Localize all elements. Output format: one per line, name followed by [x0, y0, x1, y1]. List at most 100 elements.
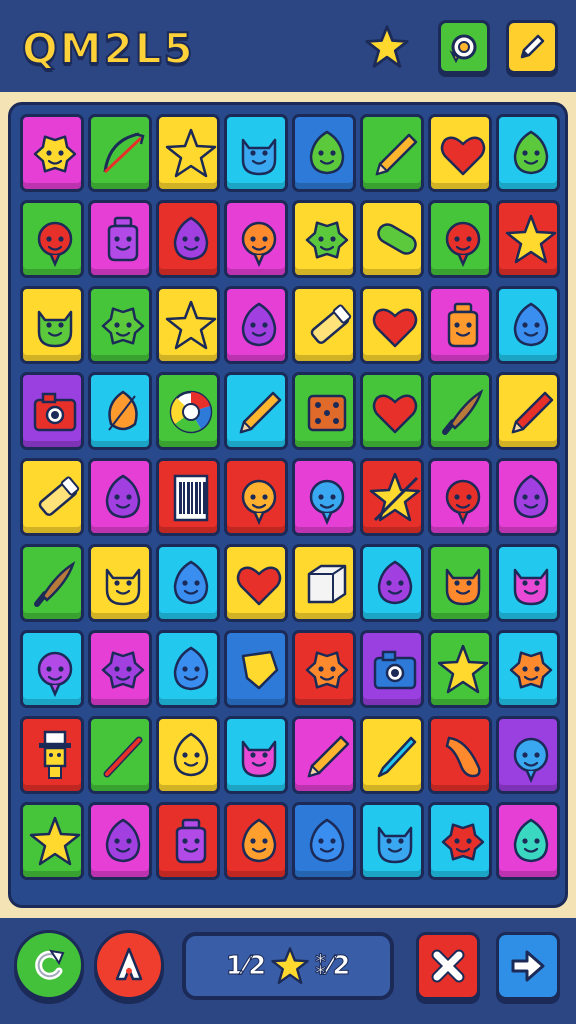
tile-blue-blob[interactable] — [292, 802, 356, 880]
tile-star[interactable] — [156, 286, 220, 364]
tile-barcode[interactable] — [156, 458, 220, 536]
orange-spiky-icon — [305, 651, 349, 689]
tile-heart[interactable] — [360, 286, 424, 364]
star-icon — [505, 214, 557, 264]
tile-brush[interactable] — [20, 544, 84, 622]
tile-pencil[interactable] — [360, 114, 424, 192]
tile-red-balloon[interactable] — [428, 458, 492, 536]
tile-green-blob[interactable] — [496, 114, 560, 192]
blue-balloon-icon — [513, 737, 549, 784]
tile-yellow-shape[interactable] — [224, 630, 288, 708]
tile-purple-spiky[interactable] — [88, 630, 152, 708]
tile-red-spiky[interactable] — [428, 802, 492, 880]
tile-pickle[interactable] — [360, 200, 424, 278]
tile-brush[interactable] — [428, 372, 492, 450]
sun-face-icon — [33, 135, 77, 173]
orange-blob-icon — [241, 818, 277, 863]
tile-blue-blob[interactable] — [156, 630, 220, 708]
tile-orange-leaf[interactable] — [88, 372, 152, 450]
tile-purple-blob[interactable] — [88, 458, 152, 536]
tile-orange-spiky[interactable] — [496, 630, 560, 708]
tile-blue-balloon[interactable] — [496, 716, 560, 794]
blue-blob-icon — [173, 560, 209, 605]
camera-icon — [33, 392, 77, 432]
tile-purple-blob[interactable] — [224, 286, 288, 364]
game-title: QM2L5 — [21, 23, 195, 74]
purple-blob-icon — [105, 474, 141, 519]
tile-blue-blob[interactable] — [496, 286, 560, 364]
tile-purple-blob[interactable] — [88, 802, 152, 880]
pink-cat-icon — [513, 568, 549, 606]
tile-blue-balloon[interactable] — [292, 458, 356, 536]
tile-pink-cat[interactable] — [496, 544, 560, 622]
tile-orange-spiky[interactable] — [292, 630, 356, 708]
tile-red-balloon[interactable] — [20, 200, 84, 278]
tile-green-cat[interactable] — [20, 286, 84, 364]
tile-crayon[interactable] — [20, 458, 84, 536]
next-button[interactable] — [496, 932, 560, 1000]
tile-red-stick[interactable] — [88, 716, 152, 794]
bow-arrow-icon — [103, 132, 145, 174]
tile-purple-blob[interactable] — [496, 458, 560, 536]
close-button[interactable] — [416, 932, 480, 1000]
tile-orange-jar[interactable] — [428, 286, 492, 364]
tile-sun-face[interactable] — [20, 114, 84, 192]
heart-icon — [372, 394, 418, 434]
tile-heart[interactable] — [428, 114, 492, 192]
tile-pencil[interactable] — [224, 372, 288, 450]
tile-blue-pen[interactable] — [360, 716, 424, 794]
purple-balloon-icon — [37, 651, 73, 698]
purple-blob-icon — [173, 216, 209, 261]
tile-purple-jar[interactable] — [88, 200, 152, 278]
restart-icon — [35, 949, 65, 980]
arrow-right-icon — [511, 950, 545, 982]
tile-purple-jar[interactable] — [156, 802, 220, 880]
star-icon — [165, 128, 217, 178]
tile-orange-tube[interactable] — [428, 716, 492, 794]
edit-button[interactable] — [506, 20, 558, 74]
tile-red-balloon[interactable] — [428, 200, 492, 278]
tile-color-wheel[interactable] — [156, 372, 220, 450]
hint-target-button[interactable] — [438, 20, 490, 74]
tile-green-spiky[interactable] — [292, 200, 356, 278]
tile-hat-man[interactable] — [20, 716, 84, 794]
tile-pink-cat[interactable] — [224, 716, 288, 794]
red-spiky-icon — [441, 823, 485, 861]
tile-orange-ball[interactable] — [224, 200, 288, 278]
tile-star-wand[interactable] — [360, 458, 424, 536]
tile-star[interactable] — [20, 802, 84, 880]
score-left: 1⁄2 — [225, 951, 267, 982]
tile-camera[interactable] — [20, 372, 84, 450]
red-balloon-icon — [37, 221, 73, 268]
tile-cube[interactable] — [292, 544, 356, 622]
tile-star[interactable] — [156, 114, 220, 192]
restart-button[interactable] — [14, 930, 84, 1000]
tile-green-spiky[interactable] — [88, 286, 152, 364]
tile-green-blob[interactable] — [292, 114, 356, 192]
green-blob-icon — [513, 130, 549, 175]
tile-blue-camera[interactable] — [360, 630, 424, 708]
tile-blue-cat[interactable] — [224, 114, 288, 192]
tile-orange-cat[interactable] — [428, 544, 492, 622]
yellow-shape-icon — [241, 650, 279, 690]
tile-crayon[interactable] — [292, 286, 356, 364]
tile-blue-blob[interactable] — [156, 544, 220, 622]
tile-bow-arrow[interactable] — [88, 114, 152, 192]
tile-blue-cat[interactable] — [360, 802, 424, 880]
tile-teal-blob[interactable] — [496, 802, 560, 880]
tile-purple-blob[interactable] — [360, 544, 424, 622]
tile-heart[interactable] — [224, 544, 288, 622]
tile-dice[interactable] — [292, 372, 356, 450]
tile-yellow-blob[interactable] — [156, 716, 220, 794]
tile-heart[interactable] — [360, 372, 424, 450]
tile-purple-blob[interactable] — [156, 200, 220, 278]
tile-yellow-cat[interactable] — [88, 544, 152, 622]
hint-button[interactable] — [94, 930, 164, 1000]
tile-orange-balloon[interactable] — [224, 458, 288, 536]
tile-star[interactable] — [496, 200, 560, 278]
tile-star[interactable] — [428, 630, 492, 708]
tile-orange-blob[interactable] — [224, 802, 288, 880]
tile-pencil[interactable] — [292, 716, 356, 794]
tile-purple-balloon[interactable] — [20, 630, 84, 708]
tile-red-pencil[interactable] — [496, 372, 560, 450]
